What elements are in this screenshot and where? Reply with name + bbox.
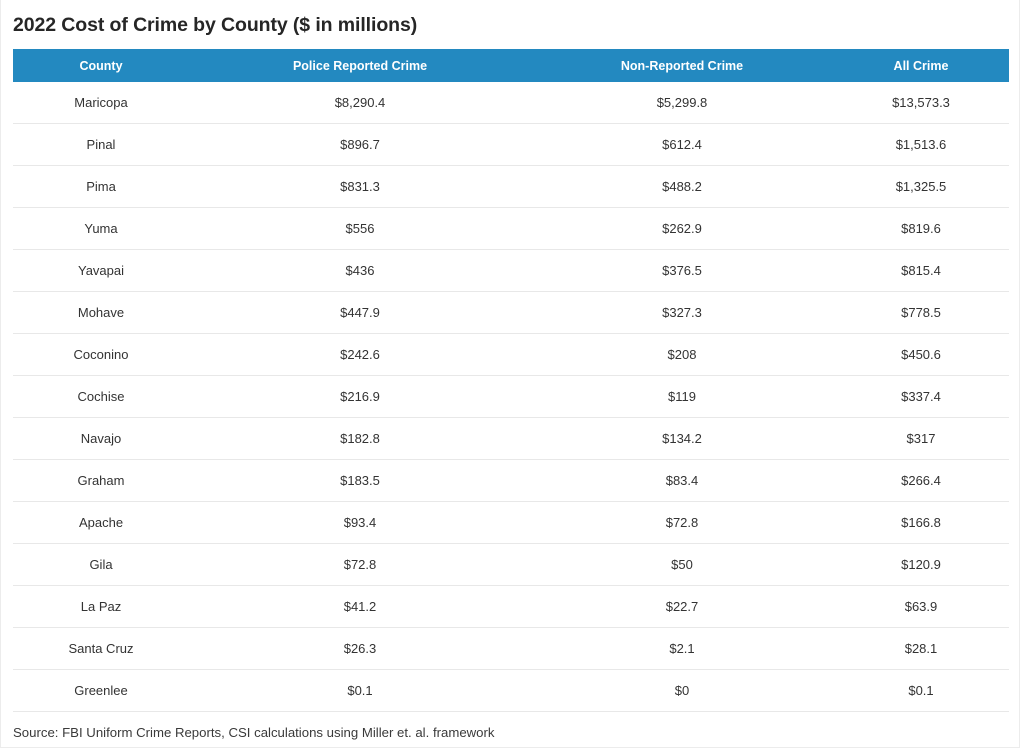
- table-row: Cochise $216.9 $119 $337.4: [13, 375, 1009, 418]
- source-note: Source: FBI Uniform Crime Reports, CSI c…: [13, 725, 495, 740]
- cell-all_crime: $166.8: [833, 501, 1009, 544]
- cell-police_reported: $447.9: [189, 291, 531, 334]
- cell-police_reported: $242.6: [189, 333, 531, 376]
- cell-county: Pima: [13, 165, 189, 208]
- table-body: Maricopa $8,290.4 $5,299.8 $13,573.3 Pinal $8…: [13, 82, 1009, 712]
- cell-all_crime: $819.6: [833, 207, 1009, 250]
- title-bar: 2022 Cost of Crime by County ($ in milli…: [1, 0, 1019, 49]
- cell-all_crime: $28.1: [833, 627, 1009, 670]
- table-row: Coconino $242.6 $208 $450.6: [13, 333, 1009, 376]
- cell-non_reported: $50: [531, 543, 833, 586]
- column-header-county[interactable]: County: [13, 49, 189, 82]
- cell-non_reported: $72.8: [531, 501, 833, 544]
- cell-non_reported: $262.9: [531, 207, 833, 250]
- table-row: Graham $183.5 $83.4 $266.4: [13, 459, 1009, 502]
- cell-non_reported: $119: [531, 375, 833, 418]
- cell-county: Apache: [13, 501, 189, 544]
- cell-all_crime: $13,573.3: [833, 82, 1009, 124]
- table-container: County Police Reported Crime Non-Reporte…: [1, 49, 1019, 712]
- cell-non_reported: $376.5: [531, 249, 833, 292]
- table-row: La Paz $41.2 $22.7 $63.9: [13, 585, 1009, 628]
- cell-all_crime: $778.5: [833, 291, 1009, 334]
- crime-cost-table-page: 2022 Cost of Crime by County ($ in milli…: [0, 0, 1020, 748]
- column-header-police-reported-crime[interactable]: Police Reported Crime: [189, 49, 531, 82]
- cell-non_reported: $612.4: [531, 123, 833, 166]
- column-header-all-crime[interactable]: All Crime: [833, 49, 1009, 82]
- cell-all_crime: $63.9: [833, 585, 1009, 628]
- cell-all_crime: $1,325.5: [833, 165, 1009, 208]
- cell-non_reported: $2.1: [531, 627, 833, 670]
- cell-county: La Paz: [13, 585, 189, 628]
- cell-police_reported: $183.5: [189, 459, 531, 502]
- cell-county: Gila: [13, 543, 189, 586]
- cell-police_reported: $216.9: [189, 375, 531, 418]
- cell-all_crime: $815.4: [833, 249, 1009, 292]
- cell-county: Maricopa: [13, 82, 189, 124]
- cell-police_reported: $41.2: [189, 585, 531, 628]
- column-header-non-reported-crime[interactable]: Non-Reported Crime: [531, 49, 833, 82]
- cell-police_reported: $831.3: [189, 165, 531, 208]
- table-row: Mohave $447.9 $327.3 $778.5: [13, 291, 1009, 334]
- cell-county: Coconino: [13, 333, 189, 376]
- cell-non_reported: $83.4: [531, 459, 833, 502]
- table-header: County Police Reported Crime Non-Reporte…: [13, 49, 1009, 82]
- cell-police_reported: $72.8: [189, 543, 531, 586]
- cell-all_crime: $1,513.6: [833, 123, 1009, 166]
- cell-county: Yavapai: [13, 249, 189, 292]
- cell-county: Navajo: [13, 417, 189, 460]
- cell-police_reported: $0.1: [189, 669, 531, 712]
- table-row: Yavapai $436 $376.5 $815.4: [13, 249, 1009, 292]
- cell-all_crime: $337.4: [833, 375, 1009, 418]
- header-row: County Police Reported Crime Non-Reporte…: [13, 49, 1009, 82]
- cell-county: Yuma: [13, 207, 189, 250]
- cell-police_reported: $182.8: [189, 417, 531, 460]
- table-row: Yuma $556 $262.9 $819.6: [13, 207, 1009, 250]
- cell-non_reported: $134.2: [531, 417, 833, 460]
- cell-police_reported: $26.3: [189, 627, 531, 670]
- table-row: Maricopa $8,290.4 $5,299.8 $13,573.3: [13, 82, 1009, 124]
- table-row: Gila $72.8 $50 $120.9: [13, 543, 1009, 586]
- cell-all_crime: $120.9: [833, 543, 1009, 586]
- cell-county: Mohave: [13, 291, 189, 334]
- cell-county: Pinal: [13, 123, 189, 166]
- cell-non_reported: $5,299.8: [531, 82, 833, 124]
- table-row: Pima $831.3 $488.2 $1,325.5: [13, 165, 1009, 208]
- cell-all_crime: $317: [833, 417, 1009, 460]
- cell-all_crime: $266.4: [833, 459, 1009, 502]
- cell-non_reported: $22.7: [531, 585, 833, 628]
- table-row: Greenlee $0.1 $0 $0.1: [13, 669, 1009, 712]
- table-row: Pinal $896.7 $612.4 $1,513.6: [13, 123, 1009, 166]
- cell-non_reported: $0: [531, 669, 833, 712]
- cell-county: Santa Cruz: [13, 627, 189, 670]
- cell-non_reported: $488.2: [531, 165, 833, 208]
- cell-police_reported: $8,290.4: [189, 82, 531, 124]
- cell-all_crime: $0.1: [833, 669, 1009, 712]
- cell-county: Greenlee: [13, 669, 189, 712]
- cell-police_reported: $436: [189, 249, 531, 292]
- cell-police_reported: $896.7: [189, 123, 531, 166]
- cell-police_reported: $556: [189, 207, 531, 250]
- cell-county: Cochise: [13, 375, 189, 418]
- cell-all_crime: $450.6: [833, 333, 1009, 376]
- cost-of-crime-table: County Police Reported Crime Non-Reporte…: [13, 49, 1009, 712]
- cell-police_reported: $93.4: [189, 501, 531, 544]
- cell-county: Graham: [13, 459, 189, 502]
- cell-non_reported: $208: [531, 333, 833, 376]
- table-row: Apache $93.4 $72.8 $166.8: [13, 501, 1009, 544]
- table-row: Navajo $182.8 $134.2 $317: [13, 417, 1009, 460]
- table-row: Santa Cruz $26.3 $2.1 $28.1: [13, 627, 1009, 670]
- cell-non_reported: $327.3: [531, 291, 833, 334]
- page-title: 2022 Cost of Crime by County ($ in milli…: [13, 14, 418, 36]
